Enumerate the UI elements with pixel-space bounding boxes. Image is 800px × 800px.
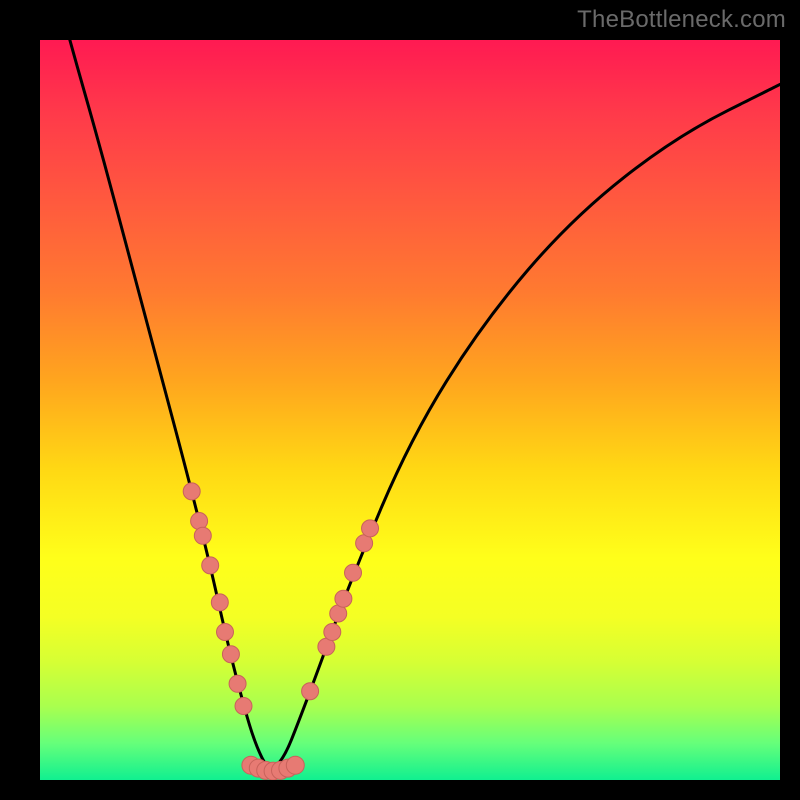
data-point: [229, 675, 246, 692]
data-point: [222, 646, 239, 663]
data-point: [235, 698, 252, 715]
chart-frame: TheBottleneck.com: [0, 0, 800, 800]
data-point: [324, 624, 341, 641]
data-point: [211, 594, 228, 611]
data-point: [194, 527, 211, 544]
data-point: [335, 590, 352, 607]
data-point: [286, 756, 304, 774]
data-point: [191, 513, 208, 530]
data-point: [362, 520, 379, 537]
watermark-text: TheBottleneck.com: [577, 6, 786, 34]
plot-area: [40, 40, 780, 780]
data-point: [345, 564, 362, 581]
data-point: [183, 483, 200, 500]
data-point: [302, 683, 319, 700]
bottleneck-curve: [40, 40, 780, 768]
data-point: [202, 557, 219, 574]
data-point: [217, 624, 234, 641]
chart-svg: [40, 40, 780, 780]
